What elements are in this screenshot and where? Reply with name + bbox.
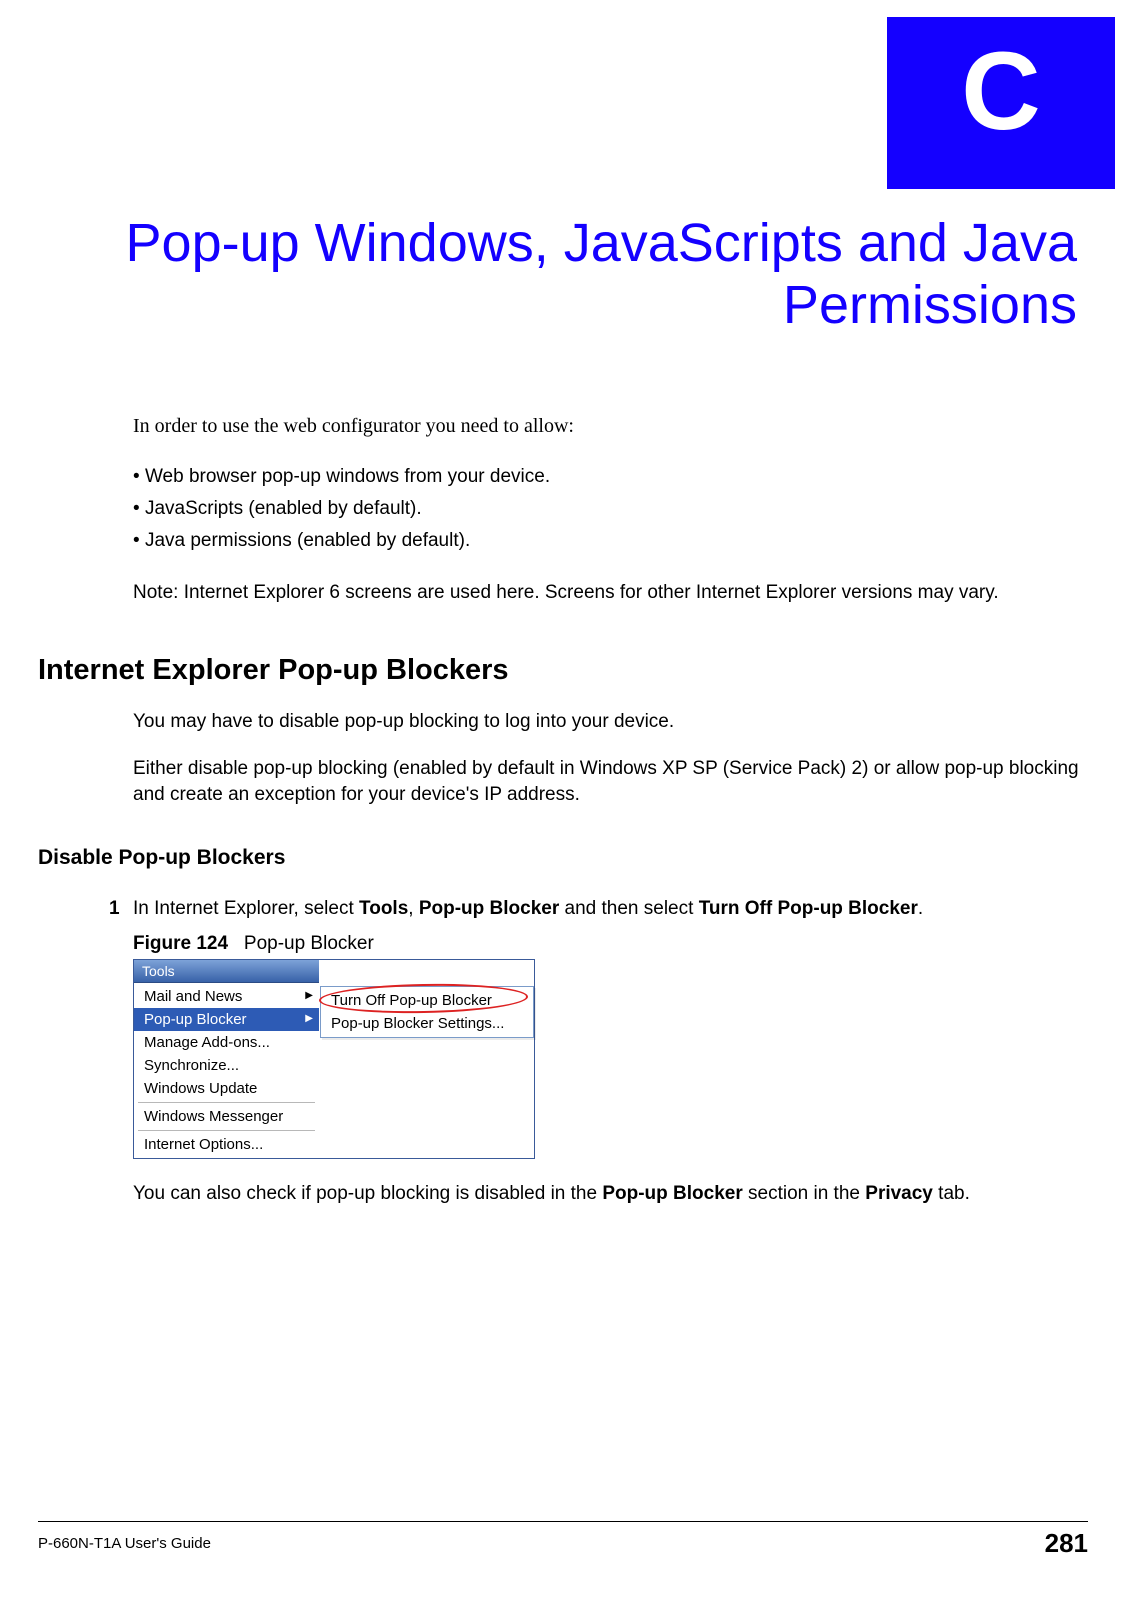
menu-separator <box>138 1102 315 1103</box>
menu-item-label: Synchronize... <box>144 1057 239 1074</box>
menu-item-popup-blocker[interactable]: Pop-up Blocker ▶ <box>134 1008 319 1031</box>
note-block: Note: Internet Explorer 6 screens are us… <box>133 580 1080 606</box>
menu-item-internet-options[interactable]: Internet Options... <box>134 1133 319 1156</box>
bullet-item: • Java permissions (enabled by default). <box>133 530 1080 552</box>
menu-item-mail-and-news[interactable]: Mail and News ▶ <box>134 985 319 1008</box>
step-number: 1 <box>109 896 120 922</box>
page-footer: P-660N-T1A User's Guide 281 <box>38 1521 1088 1559</box>
subsection-heading: Disable Pop-up Blockers <box>38 846 1080 870</box>
chevron-right-icon: ▶ <box>305 990 313 1001</box>
footer-guide-name: P-660N-T1A User's Guide <box>38 1535 211 1552</box>
menu-item-label: Windows Update <box>144 1080 257 1097</box>
step-bold: Tools <box>359 898 408 919</box>
menu-item-windows-messenger[interactable]: Windows Messenger <box>134 1105 319 1128</box>
menu-item-label: Manage Add-ons... <box>144 1034 270 1051</box>
menu-item-label: Mail and News <box>144 988 242 1005</box>
bold-text: Pop-up Blocker <box>602 1183 742 1204</box>
menu-item-label: Pop-up Blocker Settings... <box>331 1015 504 1032</box>
popup-blocker-submenu: Turn Off Pop-up Blocker Pop-up Blocker S… <box>320 986 534 1038</box>
step-text-segment: In Internet Explorer, select <box>133 898 359 919</box>
menu-item-windows-update[interactable]: Windows Update <box>134 1077 319 1100</box>
menu-item-label: Windows Messenger <box>144 1108 283 1125</box>
step-text-segment: and then select <box>559 898 698 919</box>
figure-title: Pop-up Blocker <box>244 933 374 954</box>
figure-caption: Figure 124 Pop-up Blocker <box>133 933 1080 955</box>
footer-page-number: 281 <box>1045 1528 1088 1559</box>
appendix-letter: C <box>961 30 1040 153</box>
step-bold: Turn Off Pop-up Blocker <box>699 898 918 919</box>
section-heading: Internet Explorer Pop-up Blockers <box>38 654 1080 687</box>
paragraph: You may have to disable pop-up blocking … <box>133 709 1080 735</box>
note-text: Note: Internet Explorer 6 screens are us… <box>133 580 1080 606</box>
submenu-item-settings[interactable]: Pop-up Blocker Settings... <box>321 1012 533 1035</box>
bold-text: Privacy <box>865 1183 933 1204</box>
tools-menu-column: Tools Mail and News ▶ Pop-up Blocker ▶ M… <box>134 960 319 1158</box>
menu-separator <box>138 1130 315 1131</box>
text-segment: You can also check if pop-up blocking is… <box>133 1183 602 1204</box>
step-text-segment: . <box>918 898 923 919</box>
figure-number: Figure 124 <box>133 933 228 954</box>
bullet-list: • Web browser pop-up windows from your d… <box>133 466 1080 552</box>
step-text-segment: , <box>408 898 419 919</box>
tools-menu: Mail and News ▶ Pop-up Blocker ▶ Manage … <box>134 983 319 1158</box>
bullet-item: • JavaScripts (enabled by default). <box>133 498 1080 520</box>
paragraph: Either disable pop-up blocking (enabled … <box>133 756 1080 807</box>
appendix-letter-block: C <box>887 17 1115 189</box>
submenu-item-turn-off[interactable]: Turn Off Pop-up Blocker <box>321 989 533 1012</box>
menu-item-label: Pop-up Blocker <box>144 1011 247 1028</box>
bullet-text: JavaScripts (enabled by default). <box>145 498 422 519</box>
text-segment: section in the <box>743 1183 866 1204</box>
step-item: 1 In Internet Explorer, select Tools, Po… <box>133 896 1080 922</box>
bullet-text: Web browser pop-up windows from your dev… <box>145 466 550 487</box>
figure-screenshot: Tools Mail and News ▶ Pop-up Blocker ▶ M… <box>133 959 535 1159</box>
menu-item-synchronize[interactable]: Synchronize... <box>134 1054 319 1077</box>
tools-menu-header[interactable]: Tools <box>134 960 319 983</box>
menu-item-manage-addons[interactable]: Manage Add-ons... <box>134 1031 319 1054</box>
page-title: Pop-up Windows, JavaScripts and Java Per… <box>0 212 1115 336</box>
menu-item-label: Internet Options... <box>144 1136 263 1153</box>
text-segment: tab. <box>933 1183 970 1204</box>
intro-text: In order to use the web configurator you… <box>133 415 1080 438</box>
menu-item-label: Turn Off Pop-up Blocker <box>331 992 492 1009</box>
bullet-text: Java permissions (enabled by default). <box>145 530 470 551</box>
chevron-right-icon: ▶ <box>305 1013 313 1024</box>
bullet-item: • Web browser pop-up windows from your d… <box>133 466 1080 488</box>
paragraph: You can also check if pop-up blocking is… <box>133 1181 1080 1207</box>
step-bold: Pop-up Blocker <box>419 898 559 919</box>
